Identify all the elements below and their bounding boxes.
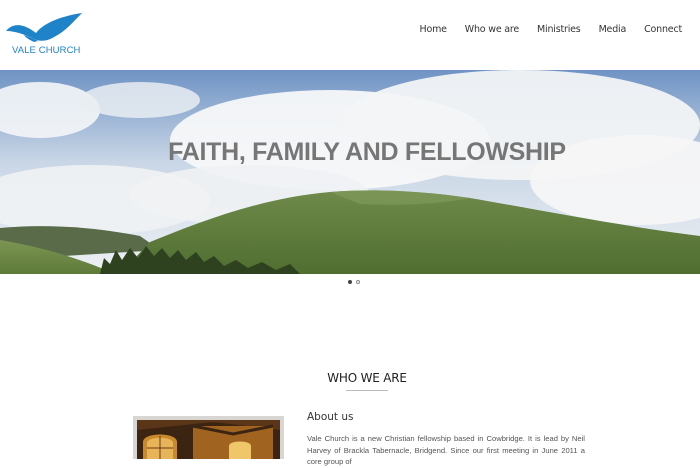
nav-connect[interactable]: Connect	[644, 24, 682, 35]
hero-title: FAITH, FAMILY AND FELLOWSHIP	[168, 138, 566, 166]
about-us-text: Vale Church is a new Christian fellowshi…	[307, 434, 585, 466]
church-interior-photo	[133, 416, 284, 459]
slide-dot-2[interactable]	[356, 280, 360, 284]
hero-slider[interactable]: FAITH, FAMILY AND FELLOWSHIP	[0, 70, 700, 274]
nav-home[interactable]: Home	[420, 24, 447, 35]
logo[interactable]: VALE CHURCH	[4, 11, 84, 57]
bird-wings-logo-icon	[6, 13, 82, 42]
about-us-heading: About us	[307, 411, 354, 423]
hero-landscape-image	[0, 70, 700, 274]
slider-indicators	[348, 280, 360, 284]
slide-dot-1[interactable]	[348, 280, 352, 284]
who-we-are-title: WHO WE ARE	[327, 371, 407, 385]
nav-ministries[interactable]: Ministries	[537, 24, 581, 35]
church-window-image	[133, 416, 284, 459]
site-header: VALE CHURCH Home Who we are Ministries M…	[0, 0, 700, 70]
nav-who-we-are[interactable]: Who we are	[465, 24, 519, 35]
logo-text: VALE CHURCH	[12, 45, 81, 56]
nav-media[interactable]: Media	[599, 24, 627, 35]
main-nav: Home Who we are Ministries Media Connect	[402, 24, 683, 35]
section-divider	[346, 390, 388, 391]
